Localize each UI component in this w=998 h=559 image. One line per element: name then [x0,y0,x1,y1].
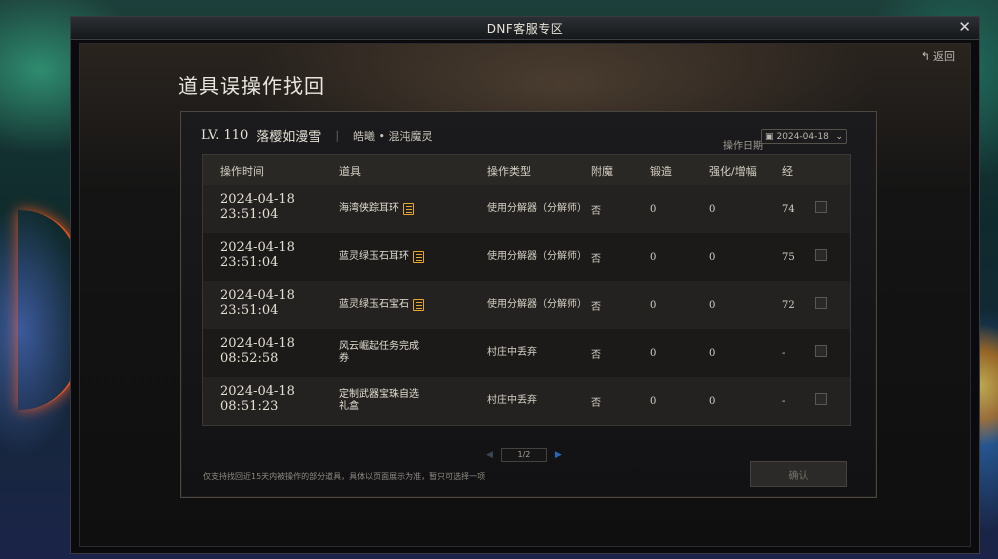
window-titlebar: DNF客服专区 ✕ [71,17,979,40]
row-time-text: 23:51:04 [220,255,279,270]
return-button[interactable]: ↰ 返回 [921,48,955,64]
row-exp: - [782,395,786,407]
row-time-text: 08:52:58 [220,351,279,366]
row-item: 海湾侠踪耳环 [339,185,414,233]
row-forge: 0 [650,203,657,215]
character-level: LV. 110 [201,128,249,143]
row-checkbox[interactable] [815,249,827,261]
date-filter-label: 操作日期 [723,141,763,152]
row-exp: 75 [782,251,795,263]
row-checkbox[interactable] [815,201,827,213]
row-item-name: 蓝灵绿玉石耳环 [339,251,409,262]
operations-table: 操作时间 道具 操作类型 附魔 锻造 强化/增幅 经 2024-04-18 23… [202,154,851,426]
table-row[interactable]: 2024-04-18 23:51:04 蓝灵绿玉石耳环 使用分解器（分解师） 否… [203,233,850,281]
row-time-text: 08:51:23 [220,399,279,414]
next-page-icon[interactable]: ▶ [555,450,562,460]
row-reinforce: 0 [709,203,716,215]
row-op-type: 村庄中丢弃 [487,347,537,358]
notice-text: 仅支持找回近15天内被操作的部分道具，具体以页面展示为准，暂只可选择一项 [203,472,486,481]
row-date-text: 2024-04-18 [220,288,295,303]
page-indicator: 1/2 [500,448,547,462]
col-enchant: 附魔 [591,165,613,178]
recovery-panel: LV. 110 落樱如漫雪 | 皓曦 • 混沌魔灵 操作日期 ▣ 2024-04… [180,111,877,498]
table-header: 操作时间 道具 操作类型 附魔 锻造 强化/增幅 经 [203,155,850,185]
row-time: 2024-04-18 23:51:04 [220,288,320,318]
row-reinforce: 0 [709,347,716,359]
row-reinforce: 0 [709,299,716,311]
chevron-down-icon: ⌄ [835,131,843,142]
row-exp: 72 [782,299,795,311]
content-area: ↰ 返回 道具误操作找回 LV. 110 落樱如漫雪 | 皓曦 • 混沌魔灵 操… [79,43,971,547]
col-time: 操作时间 [220,165,264,178]
confirm-button[interactable]: 确认 [750,461,847,487]
row-time: 2024-04-18 08:51:23 [220,384,320,414]
row-time-text: 23:51:04 [220,207,279,222]
row-time: 2024-04-18 23:51:04 [220,240,320,270]
row-forge: 0 [650,347,657,359]
character-name: 落樱如漫雪 [256,130,322,145]
row-item-name: 定制武器宝珠自选礼盒 [339,389,419,412]
divider: | [335,129,340,142]
row-item: 定制武器宝珠自选礼盒 [339,377,419,425]
pagination: ◀ 1/2 ▶ [486,448,562,462]
col-op-type: 操作类型 [487,165,531,178]
table-row[interactable]: 2024-04-18 08:51:23 定制武器宝珠自选礼盒 村庄中丢弃 否 0… [203,377,850,425]
character-info: LV. 110 落樱如漫雪 | 皓曦 • 混沌魔灵 [201,126,433,145]
close-icon[interactable]: ✕ [958,18,971,37]
col-item: 道具 [339,165,361,178]
row-enchant: 否 [591,397,601,409]
date-select-value: 2024-04-18 [776,131,829,142]
row-op-type: 使用分解器（分解师） [487,299,587,310]
row-exp: - [782,347,786,359]
row-forge: 0 [650,251,657,263]
row-op-type: 使用分解器（分解师） [487,203,587,214]
col-forge: 锻造 [650,165,672,178]
row-forge: 0 [650,299,657,311]
row-item-name: 风云崛起任务完成券 [339,341,419,364]
server-name: 皓曦 • 混沌魔灵 [353,129,433,143]
row-enchant: 否 [591,205,601,217]
document-list-icon[interactable] [413,299,424,311]
table-row[interactable]: 2024-04-18 08:52:58 风云崛起任务完成券 村庄中丢弃 否 0 … [203,329,850,377]
table-row[interactable]: 2024-04-18 23:51:04 蓝灵绿玉石宝石 使用分解器（分解师） 否… [203,281,850,329]
row-forge: 0 [650,395,657,407]
window-title: DNF客服专区 [486,22,564,36]
row-enchant: 否 [591,349,601,361]
col-exp: 经 [782,165,793,178]
col-reinforce: 强化/增幅 [709,165,757,178]
row-date-text: 2024-04-18 [220,192,295,207]
row-item-name: 蓝灵绿玉石宝石 [339,299,409,310]
return-arrow-icon: ↰ [920,49,930,63]
row-exp: 74 [782,203,795,215]
row-op-type: 村庄中丢弃 [487,395,537,406]
date-select[interactable]: ▣ 2024-04-18 ⌄ [761,129,847,144]
row-reinforce: 0 [709,251,716,263]
row-item-name: 海湾侠踪耳环 [339,203,399,214]
document-list-icon[interactable] [403,203,414,215]
row-checkbox[interactable] [815,297,827,309]
row-reinforce: 0 [709,395,716,407]
row-op-type: 使用分解器（分解师） [487,251,587,262]
row-date-text: 2024-04-18 [220,336,295,351]
row-enchant: 否 [591,301,601,313]
row-time-text: 23:51:04 [220,303,279,318]
row-item: 风云崛起任务完成券 [339,329,419,377]
row-checkbox[interactable] [815,345,827,357]
row-checkbox[interactable] [815,393,827,405]
row-time: 2024-04-18 23:51:04 [220,192,320,222]
row-enchant: 否 [591,253,601,265]
prev-page-icon[interactable]: ◀ [486,450,493,460]
return-label: 返回 [933,50,955,63]
row-item: 蓝灵绿玉石耳环 [339,233,424,281]
row-item: 蓝灵绿玉石宝石 [339,281,424,329]
row-date-text: 2024-04-18 [220,240,295,255]
table-row[interactable]: 2024-04-18 23:51:04 海湾侠踪耳环 使用分解器（分解师） 否 … [203,185,850,233]
row-time: 2024-04-18 08:52:58 [220,336,320,366]
customer-service-window: DNF客服专区 ✕ ↰ 返回 道具误操作找回 LV. 110 落樱如漫雪 | 皓… [70,16,980,554]
row-date-text: 2024-04-18 [220,384,295,399]
document-list-icon[interactable] [413,251,424,263]
page-title: 道具误操作找回 [178,74,325,98]
calendar-icon: ▣ [765,131,774,142]
